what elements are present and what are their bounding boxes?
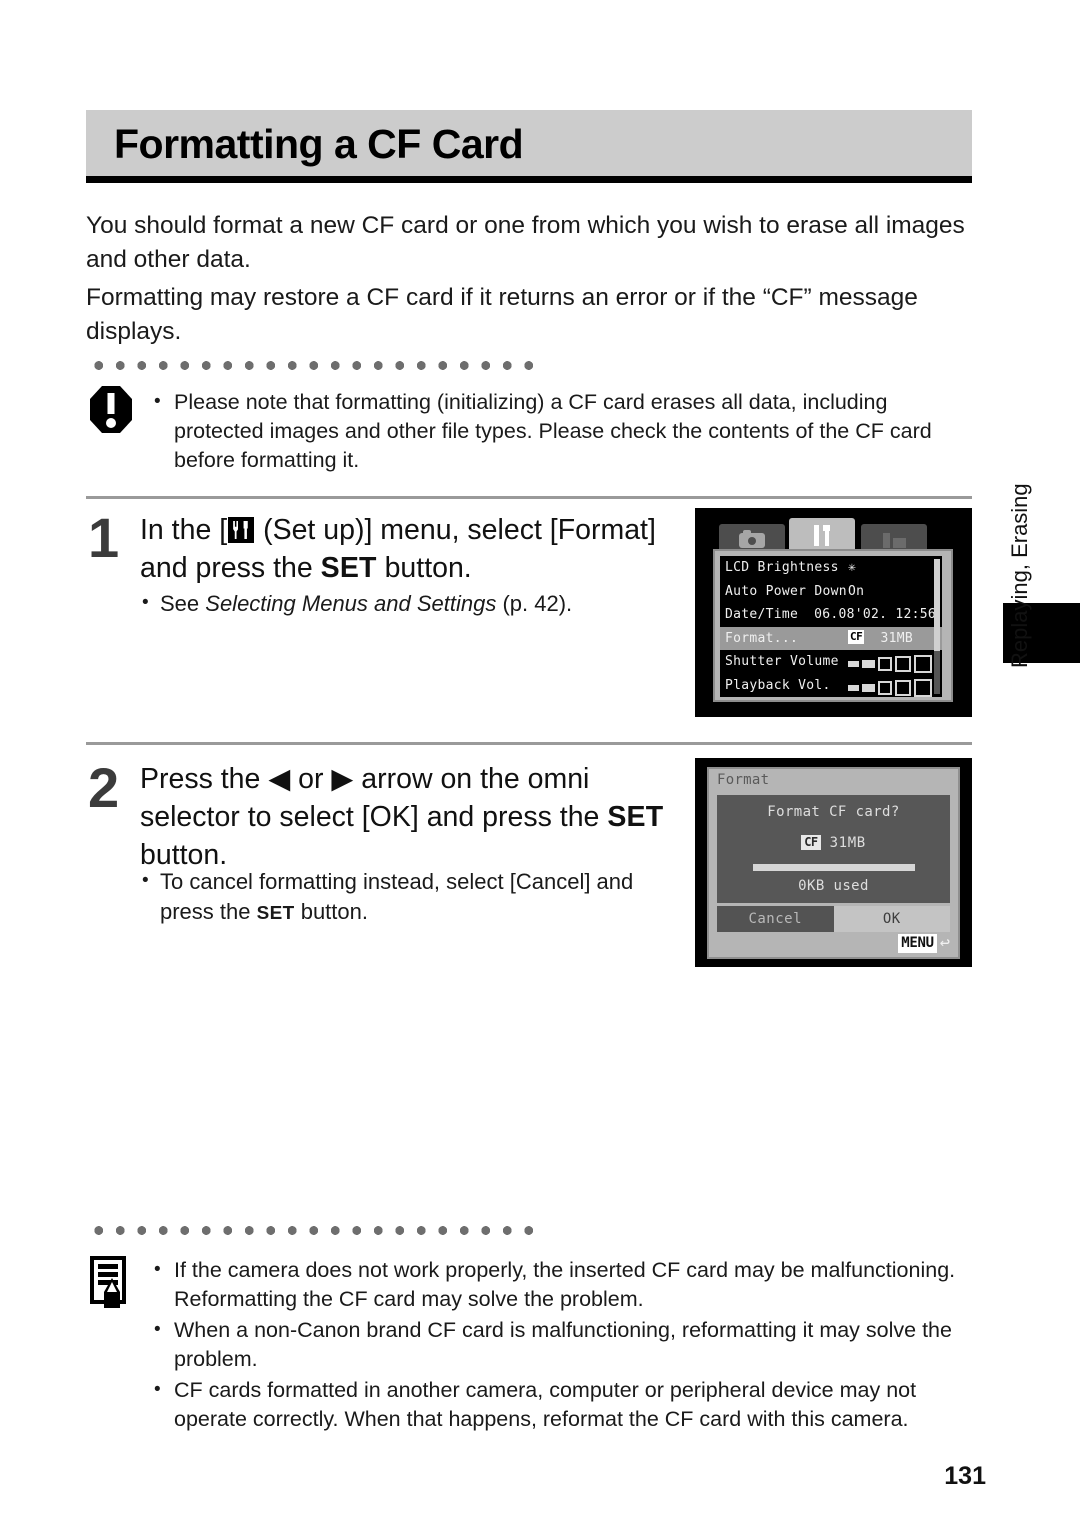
- dialog-title: Format: [717, 772, 770, 788]
- menu-row-value: 06.08'02. 12:56: [814, 607, 936, 622]
- lcd-menu-panel: LCD Brightness ✳ Auto Power Down On Date…: [713, 549, 953, 702]
- notes-text-block: If the camera does not work properly, th…: [152, 1255, 977, 1436]
- menu-return-hint: MENU ↩: [898, 934, 950, 953]
- set-button-key: SET: [607, 801, 664, 833]
- step-1-instruction: In the [ (Set up)] menu, select [Format]…: [140, 511, 685, 587]
- dialog-ok-button: OK: [833, 906, 950, 932]
- dialog-used-label: 0KB used: [798, 878, 869, 894]
- cf-card-chip: CF: [801, 835, 821, 850]
- subnote-prefix: See: [160, 591, 206, 616]
- lcd-tab-setup: [789, 518, 855, 552]
- menu-row: Auto Power Down On: [720, 580, 942, 604]
- menu-row-label: Auto Power Down: [725, 583, 847, 599]
- menu-row-card-value: CF 31MB: [848, 627, 913, 651]
- menu-button-chip: MENU: [898, 934, 937, 953]
- setup-tools-icon: [228, 517, 255, 543]
- step-2-number: 2: [88, 756, 120, 819]
- play-setup-icon: [881, 532, 907, 549]
- step-2-instruction: Press the ◀ or ▶ arrow on the omni selec…: [140, 760, 685, 874]
- step-1-number: 1: [88, 506, 120, 569]
- step-1-subnote: See Selecting Menus and Settings (p. 42)…: [140, 588, 685, 619]
- step-2-text-2: or: [290, 763, 332, 795]
- intro-paragraph-2: Formatting may restore a CF card if it r…: [86, 284, 918, 345]
- camera-icon: [739, 530, 765, 548]
- subnote-reference: Selecting Menus and Settings: [205, 591, 497, 616]
- subnote-suffix: (p. 42).: [496, 591, 573, 616]
- note-item: When a non-Canon brand CF card is malfun…: [152, 1315, 977, 1374]
- lcd-setup-menu-screenshot: LCD Brightness ✳ Auto Power Down On Date…: [695, 508, 972, 717]
- exclamation-octagon-icon: [90, 386, 132, 433]
- menu-row: Date/Time 06.08'02. 12:56: [720, 603, 942, 627]
- set-button-key: SET: [320, 552, 377, 584]
- step-2-separator-rule: [86, 742, 972, 745]
- capacity-gauge: [753, 864, 915, 871]
- lcd-tab-camera: [719, 524, 785, 552]
- tools-icon: [809, 525, 835, 546]
- dialog-card-info: CF 31MB: [717, 835, 950, 851]
- cf-card-size: 31MB: [880, 630, 914, 646]
- dialog-cancel-button: Cancel: [717, 906, 834, 932]
- page-title: Formatting a CF Card: [114, 121, 524, 167]
- page-number: 131: [944, 1462, 986, 1490]
- dotted-separator-top: [88, 361, 538, 370]
- dialog-question: Format CF card?: [767, 804, 900, 820]
- menu-row-format-selected: Format... CF 31MB: [720, 626, 942, 651]
- menu-row-label: Shutter Volume: [725, 654, 839, 669]
- step-2-subnote: To cancel formatting instead, select [Ca…: [140, 866, 685, 929]
- set-button-key: SET: [256, 903, 295, 924]
- step-1-subnote-item: See Selecting Menus and Settings (p. 42)…: [140, 588, 685, 619]
- subnote-text-2: button.: [294, 899, 368, 924]
- menu-row-label: Format...: [725, 630, 799, 646]
- title-underline-rule: [86, 176, 972, 183]
- arrow-left-icon: ◀: [268, 763, 291, 795]
- menu-row: Playback Vol.: [720, 674, 942, 698]
- menu-row-value: ✳: [848, 560, 857, 575]
- lcd-format-dialog-screenshot: Format Format CF card? CF 31MB 0KB used C…: [695, 758, 972, 967]
- menu-row-label: Date/Time: [725, 607, 799, 622]
- dialog-body: Format CF card? CF 31MB 0KB used: [717, 795, 950, 903]
- menu-row: Shutter Volume: [720, 650, 942, 674]
- cf-card-size: 31MB: [829, 835, 866, 851]
- step-1-text-before-icon: In the [: [140, 514, 228, 546]
- menu-row-label: LCD Brightness: [725, 560, 839, 575]
- menu-row-label: Playback Vol.: [725, 677, 831, 693]
- return-arrow-icon: ↩: [939, 933, 950, 953]
- dotted-separator-bottom: [88, 1226, 538, 1235]
- shutter-volume-meter: [848, 655, 932, 673]
- menu-row: LCD Brightness ✳: [720, 556, 942, 580]
- step-1-text-tail: button.: [376, 552, 472, 584]
- menu-row-value: On: [848, 583, 865, 599]
- lcd-menu-scrollbar: [934, 559, 940, 694]
- section-tab-label: Replaying, Erasing: [1007, 483, 1032, 668]
- step-1-separator-rule: [86, 496, 972, 499]
- cf-card-chip: CF: [848, 629, 865, 644]
- step-2-subnote-item: To cancel formatting instead, select [Ca…: [140, 866, 685, 929]
- arrow-right-icon: ▶: [331, 763, 354, 795]
- note-item: If the camera does not work properly, th…: [152, 1255, 977, 1314]
- lcd-menu-list: LCD Brightness ✳ Auto Power Down On Date…: [720, 556, 942, 697]
- warning-text-block: Please note that formatting (initializin…: [152, 387, 952, 477]
- warning-item: Please note that formatting (initializin…: [152, 387, 952, 475]
- note-item: CF cards formatted in another camera, co…: [152, 1375, 977, 1434]
- playback-volume-meter: [848, 678, 932, 697]
- lcd-tab-bar: [713, 518, 953, 552]
- dialog-button-row: Cancel OK: [717, 906, 950, 932]
- step-2-text-1: Press the: [140, 763, 269, 795]
- lcd-tab-playback: [861, 524, 927, 552]
- subnote-text-1: To cancel formatting instead, select [Ca…: [160, 869, 634, 924]
- memo-pencil-icon: [90, 1256, 134, 1308]
- intro-paragraph-1: You should format a new CF card or one f…: [86, 212, 965, 273]
